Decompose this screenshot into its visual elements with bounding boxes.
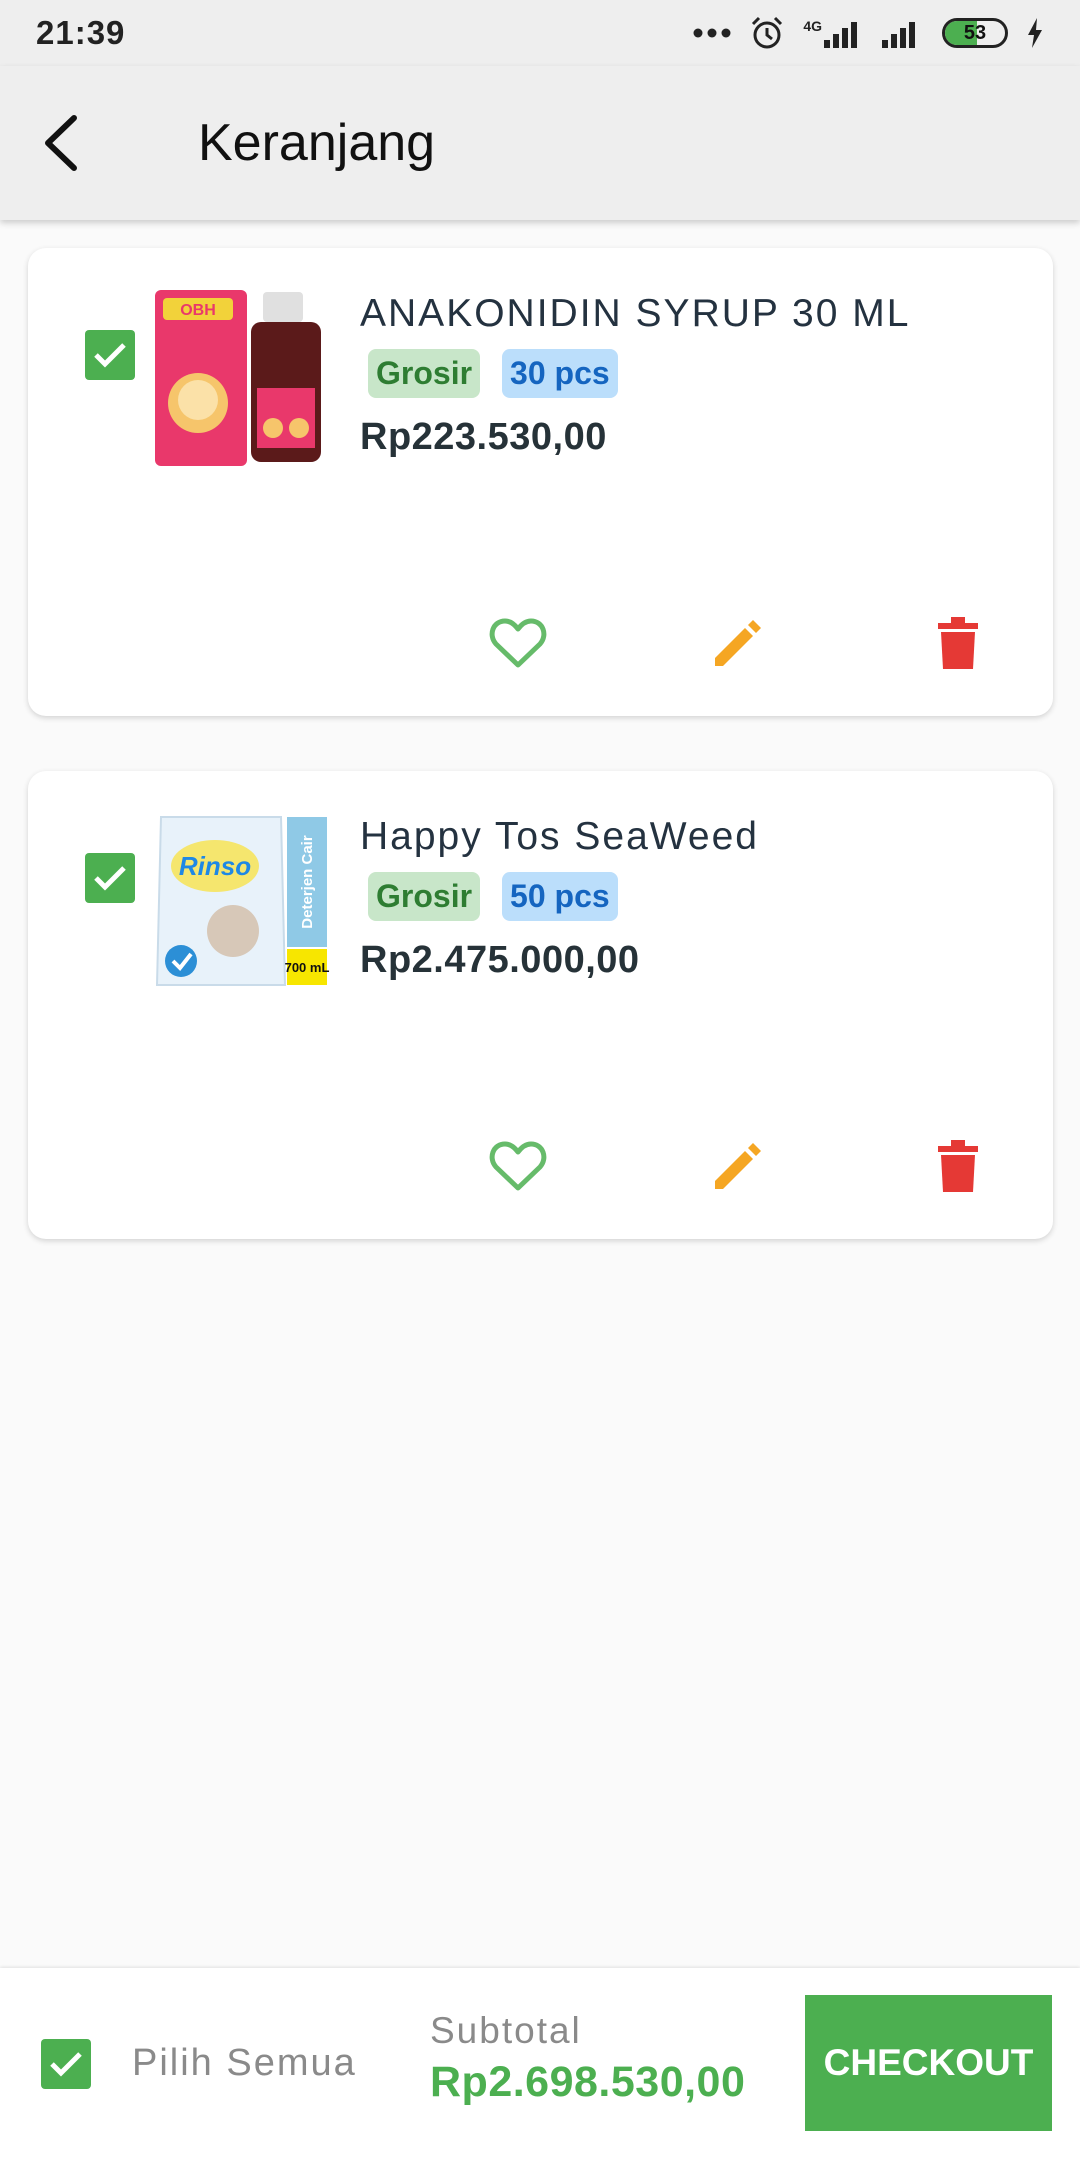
product-name: ANAKONIDIN SYRUP 30 ML — [360, 292, 911, 335]
quantity-badge: 30 pcs — [502, 349, 618, 398]
pencil-icon — [715, 1143, 761, 1189]
status-bar: 21:39 4G 53 — [0, 0, 1080, 66]
select-all-label[interactable]: Pilih Semua — [132, 2042, 357, 2085]
arrow-back-icon — [45, 115, 77, 171]
product-image[interactable]: OBH — [153, 288, 333, 468]
edit-button[interactable] — [628, 1126, 848, 1206]
product-price: Rp223.530,00 — [360, 416, 607, 458]
product-tags: Grosir 30 pcs — [368, 349, 618, 398]
signal-icon — [882, 22, 915, 48]
charging-icon — [1028, 18, 1042, 48]
product-image[interactable]: Rinso Deterjen Cair 700 mL — [153, 811, 333, 991]
alarm-icon — [752, 16, 783, 49]
item-actions — [408, 603, 1068, 683]
cart-list: OBH ANAKONIDIN SYRUP 30 ML Grosir 30 pcs… — [28, 248, 1053, 1294]
favorite-button[interactable] — [408, 603, 628, 683]
delete-button[interactable] — [848, 1126, 1068, 1206]
battery-icon: 53 — [942, 18, 1008, 48]
quantity-badge: 50 pcs — [502, 872, 618, 921]
heart-outline-icon — [489, 1141, 547, 1191]
delete-button[interactable] — [848, 603, 1068, 683]
cart-item-card: OBH ANAKONIDIN SYRUP 30 ML Grosir 30 pcs… — [28, 248, 1053, 716]
pencil-icon — [715, 620, 761, 666]
cart-item-card: Rinso Deterjen Cair 700 mL Happy Tos Sea… — [28, 771, 1053, 1239]
trash-icon — [938, 1140, 978, 1192]
status-icons: 4G 53 — [693, 15, 1044, 51]
product-name: Happy Tos SeaWeed — [360, 815, 759, 858]
check-icon — [94, 866, 126, 891]
product-image-volume: 700 mL — [285, 960, 330, 975]
back-button[interactable] — [0, 83, 120, 203]
product-image-side-label: Deterjen Cair — [299, 835, 316, 929]
subtotal-value: Rp2.698.530,00 — [430, 2058, 746, 2106]
signal-icon: 4G — [803, 18, 864, 48]
check-icon — [94, 343, 126, 368]
checkout-bar: Pilih Semua Subtotal Rp2.698.530,00 CHEC… — [0, 1968, 1080, 2160]
grosir-badge: Grosir — [368, 872, 481, 921]
product-price: Rp2.475.000,00 — [360, 939, 640, 981]
more-dots-icon — [693, 28, 731, 38]
subtotal-label: Subtotal — [430, 2010, 582, 2051]
trash-icon — [938, 617, 978, 669]
check-icon — [50, 2052, 82, 2077]
page-title: Keranjang — [198, 114, 436, 172]
grosir-badge: Grosir — [368, 349, 481, 398]
battery-level: 53 — [963, 21, 987, 44]
network-label: 4G — [803, 18, 822, 34]
item-actions — [408, 1126, 1068, 1206]
item-checkbox[interactable] — [85, 853, 135, 903]
product-image-label: OBH — [180, 302, 216, 319]
heart-outline-icon — [489, 618, 547, 668]
product-tags: Grosir 50 pcs — [368, 872, 618, 921]
edit-button[interactable] — [628, 603, 848, 683]
app-bar: Keranjang — [0, 66, 1080, 220]
product-image-label: Rinso — [179, 851, 251, 881]
select-all-checkbox[interactable] — [41, 2039, 91, 2089]
checkout-button[interactable]: CHECKOUT — [805, 1995, 1052, 2131]
status-time: 21:39 — [36, 14, 126, 51]
favorite-button[interactable] — [408, 1126, 628, 1206]
item-checkbox[interactable] — [85, 330, 135, 380]
